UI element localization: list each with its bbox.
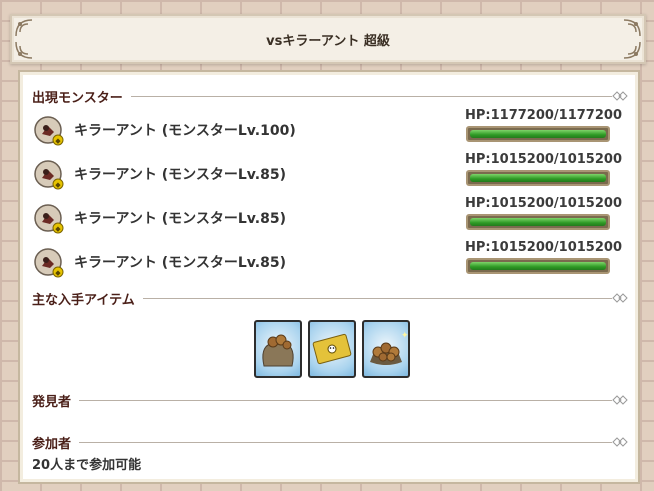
killer-ant-icon: ◆ [34, 160, 64, 190]
quest-detail-panel: 出現モンスター ◆ キラーアント (モンスターLv.100) HP:117720… [18, 70, 640, 484]
gold-ticket-icon[interactable] [308, 320, 356, 378]
divider-ornament-icon [612, 395, 628, 405]
monster-hp-fill [470, 218, 606, 226]
monster-row: ◆ キラーアント (モンスターLv.85) HP:1015200/1015200 [34, 196, 622, 240]
section-items-header: 主な入手アイテム [32, 290, 628, 308]
divider-ornament-icon [612, 437, 628, 447]
section-monsters-label: 出現モンスター [32, 90, 123, 106]
monster-row: ◆ キラーアント (モンスターLv.85) HP:1015200/1015200 [34, 240, 622, 284]
divider-ornament-icon [612, 293, 628, 303]
monster-hp-bar [466, 258, 610, 274]
monster-name: キラーアント (モンスターLv.85) [74, 255, 286, 271]
monster-name: キラーアント (モンスターLv.100) [74, 123, 296, 139]
monster-hp-fill [470, 262, 606, 270]
monster-hp-text: HP:1015200/1015200 [465, 240, 622, 255]
monster-row: ◆ キラーアント (モンスターLv.100) HP:1177200/117720… [34, 108, 622, 152]
monster-hp-fill [470, 130, 606, 138]
svg-text:◆: ◆ [55, 269, 61, 277]
section-participants-label: 参加者 [32, 436, 72, 452]
monster-hp-bar [466, 214, 610, 230]
section-participants-header: 参加者 [32, 434, 628, 452]
participant-limit-text: 20人まで参加可能 [32, 458, 142, 473]
section-discoverer-header: 発見者 [32, 392, 628, 410]
monster-name: キラーアント (モンスターLv.85) [74, 211, 286, 227]
monster-hp-bar [466, 126, 610, 142]
divider-ornament-icon [612, 91, 628, 101]
monster-name: キラーアント (モンスターLv.85) [74, 167, 286, 183]
svg-text:◆: ◆ [55, 181, 61, 189]
monster-hp-text: HP:1015200/1015200 [465, 152, 622, 167]
monster-row: ◆ キラーアント (モンスターLv.85) HP:1015200/1015200 [34, 152, 622, 196]
nut-sack-icon[interactable] [254, 320, 302, 378]
nut-pile-icon[interactable]: ✦ [362, 320, 410, 378]
section-items-label: 主な入手アイテム [32, 292, 135, 308]
killer-ant-icon: ◆ [34, 204, 64, 234]
item-list: ✦ [254, 320, 410, 378]
monster-hp-text: HP:1015200/1015200 [465, 196, 622, 211]
section-discoverer-label: 発見者 [32, 394, 72, 410]
killer-ant-icon: ◆ [34, 248, 64, 278]
ornament-icon [623, 41, 641, 59]
section-monsters-header: 出現モンスター [32, 88, 628, 106]
svg-text:✦: ✦ [401, 331, 408, 341]
monster-hp-bar [466, 170, 610, 186]
svg-text:◆: ◆ [55, 137, 61, 145]
monster-hp-text: HP:1177200/1177200 [465, 108, 622, 123]
svg-text:◆: ◆ [55, 225, 61, 233]
monster-hp-fill [470, 174, 606, 182]
quest-header: vsキラーアント 超級 [10, 14, 646, 64]
ornament-icon [623, 19, 641, 37]
ornament-icon [15, 41, 33, 59]
quest-title: vsキラーアント 超級 [266, 33, 390, 49]
ornament-icon [15, 19, 33, 37]
killer-ant-icon: ◆ [34, 116, 64, 146]
